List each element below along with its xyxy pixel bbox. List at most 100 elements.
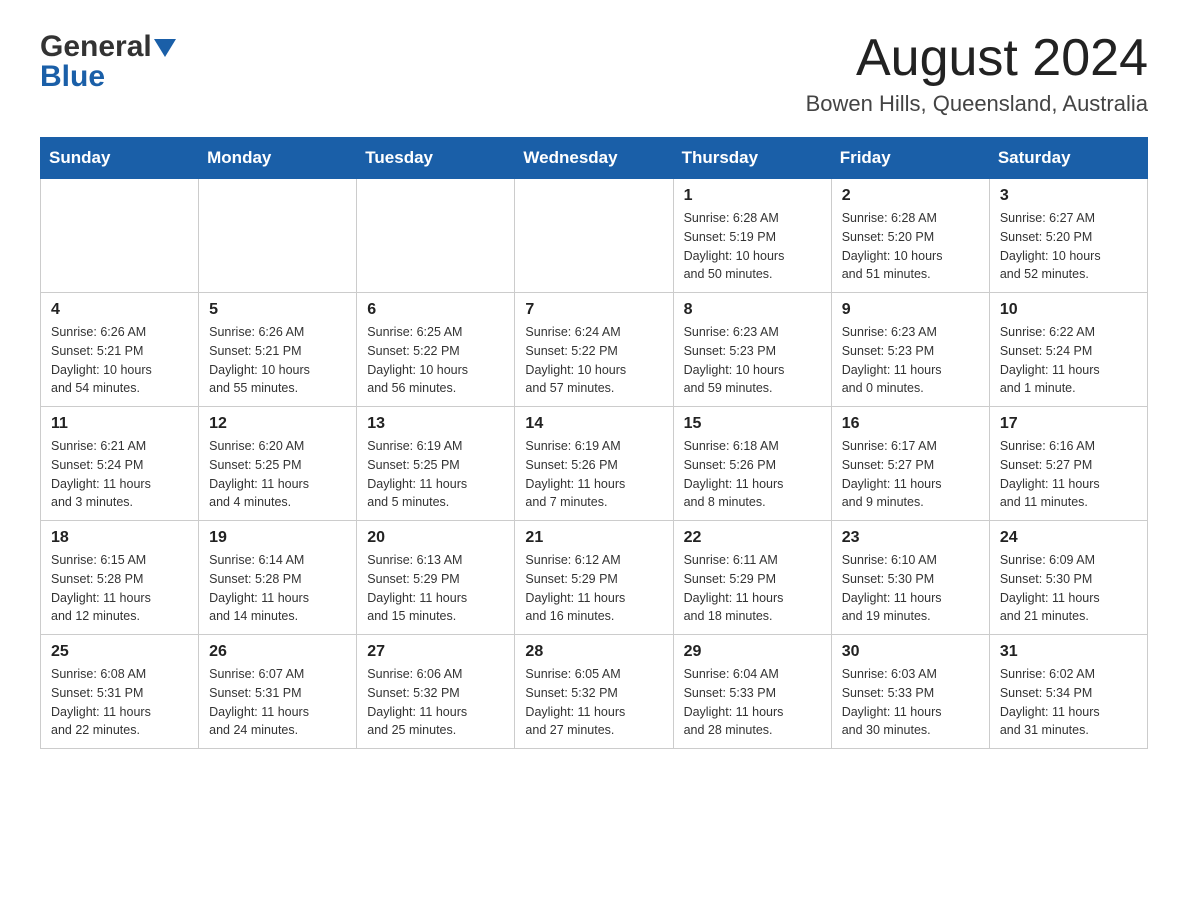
calendar-week-row: 18 Sunrise: 6:15 AMSunset: 5:28 PMDayligh… [41,521,1148,635]
calendar-empty-cell [515,179,673,293]
day-number: 6 [367,301,504,319]
day-number: 13 [367,415,504,433]
day-number: 22 [684,529,821,547]
day-number: 5 [209,301,346,319]
day-info: Sunrise: 6:04 AMSunset: 5:33 PMDaylight:… [684,665,821,740]
day-info: Sunrise: 6:26 AMSunset: 5:21 PMDaylight:… [209,323,346,398]
calendar-day-15: 15Sunrise: 6:18 AMSunset: 5:26 PMDayligh… [673,407,831,521]
day-info: Sunrise: 6:21 AMSunset: 5:24 PMDaylight:… [51,437,188,512]
calendar-day-4: 4 Sunrise: 6:26 AMSunset: 5:21 PMDaylight… [41,293,199,407]
calendar-day-21: 21Sunrise: 6:12 AMSunset: 5:29 PMDayligh… [515,521,673,635]
calendar-day-5: 5 Sunrise: 6:26 AMSunset: 5:21 PMDaylight… [199,293,357,407]
day-info: Sunrise: 6:15 AMSunset: 5:28 PMDaylight:… [51,551,188,626]
day-number: 25 [51,643,188,661]
day-info: Sunrise: 6:19 AMSunset: 5:26 PMDaylight:… [525,437,662,512]
day-info: Sunrise: 6:06 AMSunset: 5:32 PMDaylight:… [367,665,504,740]
calendar-day-18: 18 Sunrise: 6:15 AMSunset: 5:28 PMDayligh… [41,521,199,635]
calendar-week-row: 11 Sunrise: 6:21 AMSunset: 5:24 PMDayligh… [41,407,1148,521]
logo-blue-text: Blue [40,60,105,93]
day-info: Sunrise: 6:20 AMSunset: 5:25 PMDaylight:… [209,437,346,512]
calendar-week-row: 1 Sunrise: 6:28 AMSunset: 5:19 PMDaylight… [41,179,1148,293]
day-info: Sunrise: 6:16 AMSunset: 5:27 PMDaylight:… [1000,437,1137,512]
day-number: 19 [209,529,346,547]
logo-general-text: General [40,30,152,64]
calendar-day-8: 8 Sunrise: 6:23 AMSunset: 5:23 PMDaylight… [673,293,831,407]
calendar-day-12: 12 Sunrise: 6:20 AMSunset: 5:25 PMDayligh… [199,407,357,521]
day-info: Sunrise: 6:27 AMSunset: 5:20 PMDaylight:… [1000,209,1137,284]
calendar-day-22: 22Sunrise: 6:11 AMSunset: 5:29 PMDayligh… [673,521,831,635]
calendar-day-29: 29 Sunrise: 6:04 AMSunset: 5:33 PMDayligh… [673,635,831,749]
calendar-week-row: 4 Sunrise: 6:26 AMSunset: 5:21 PMDaylight… [41,293,1148,407]
weekday-header-row: SundayMondayTuesdayWednesdayThursdayFrid… [41,138,1148,179]
calendar-day-17: 17 Sunrise: 6:16 AMSunset: 5:27 PMDayligh… [989,407,1147,521]
day-info: Sunrise: 6:09 AMSunset: 5:30 PMDaylight:… [1000,551,1137,626]
calendar-day-11: 11 Sunrise: 6:21 AMSunset: 5:24 PMDayligh… [41,407,199,521]
day-info: Sunrise: 6:18 AMSunset: 5:26 PMDaylight:… [684,437,821,512]
logo-triangle-icon [154,39,176,57]
day-info: Sunrise: 6:17 AMSunset: 5:27 PMDaylight:… [842,437,979,512]
weekday-header-saturday: Saturday [989,138,1147,179]
day-number: 8 [684,301,821,319]
day-number: 4 [51,301,188,319]
calendar-day-3: 3 Sunrise: 6:27 AMSunset: 5:20 PMDaylight… [989,179,1147,293]
calendar-day-26: 26Sunrise: 6:07 AMSunset: 5:31 PMDayligh… [199,635,357,749]
calendar-day-7: 7 Sunrise: 6:24 AMSunset: 5:22 PMDaylight… [515,293,673,407]
day-info: Sunrise: 6:10 AMSunset: 5:30 PMDaylight:… [842,551,979,626]
calendar-day-23: 23 Sunrise: 6:10 AMSunset: 5:30 PMDayligh… [831,521,989,635]
day-number: 23 [842,529,979,547]
day-number: 31 [1000,643,1137,661]
day-info: Sunrise: 6:23 AMSunset: 5:23 PMDaylight:… [684,323,821,398]
calendar-day-31: 31 Sunrise: 6:02 AMSunset: 5:34 PMDayligh… [989,635,1147,749]
calendar-day-1: 1 Sunrise: 6:28 AMSunset: 5:19 PMDaylight… [673,179,831,293]
day-number: 28 [525,643,662,661]
day-number: 16 [842,415,979,433]
day-number: 24 [1000,529,1137,547]
calendar-table: SundayMondayTuesdayWednesdayThursdayFrid… [40,137,1148,749]
calendar-day-27: 27 Sunrise: 6:06 AMSunset: 5:32 PMDayligh… [357,635,515,749]
day-number: 17 [1000,415,1137,433]
calendar-day-19: 19Sunrise: 6:14 AMSunset: 5:28 PMDayligh… [199,521,357,635]
day-number: 2 [842,187,979,205]
day-info: Sunrise: 6:28 AMSunset: 5:19 PMDaylight:… [684,209,821,284]
weekday-header-monday: Monday [199,138,357,179]
weekday-header-thursday: Thursday [673,138,831,179]
day-info: Sunrise: 6:13 AMSunset: 5:29 PMDaylight:… [367,551,504,626]
day-number: 30 [842,643,979,661]
day-number: 3 [1000,187,1137,205]
day-info: Sunrise: 6:12 AMSunset: 5:29 PMDaylight:… [525,551,662,626]
calendar-day-13: 13 Sunrise: 6:19 AMSunset: 5:25 PMDayligh… [357,407,515,521]
day-number: 18 [51,529,188,547]
day-info: Sunrise: 6:03 AMSunset: 5:33 PMDaylight:… [842,665,979,740]
calendar-day-30: 30 Sunrise: 6:03 AMSunset: 5:33 PMDayligh… [831,635,989,749]
day-number: 12 [209,415,346,433]
weekday-header-tuesday: Tuesday [357,138,515,179]
day-info: Sunrise: 6:26 AMSunset: 5:21 PMDaylight:… [51,323,188,398]
day-number: 7 [525,301,662,319]
page-header: General Blue August 2024 Bowen Hills, Qu… [40,30,1148,117]
day-info: Sunrise: 6:24 AMSunset: 5:22 PMDaylight:… [525,323,662,398]
weekday-header-friday: Friday [831,138,989,179]
calendar-day-2: 2 Sunrise: 6:28 AMSunset: 5:20 PMDaylight… [831,179,989,293]
calendar-day-9: 9Sunrise: 6:23 AMSunset: 5:23 PMDaylight… [831,293,989,407]
weekday-header-sunday: Sunday [41,138,199,179]
day-number: 26 [209,643,346,661]
day-number: 1 [684,187,821,205]
day-number: 20 [367,529,504,547]
day-info: Sunrise: 6:28 AMSunset: 5:20 PMDaylight:… [842,209,979,284]
day-info: Sunrise: 6:19 AMSunset: 5:25 PMDaylight:… [367,437,504,512]
calendar-empty-cell [199,179,357,293]
calendar-day-25: 25Sunrise: 6:08 AMSunset: 5:31 PMDayligh… [41,635,199,749]
calendar-week-row: 25Sunrise: 6:08 AMSunset: 5:31 PMDayligh… [41,635,1148,749]
calendar-day-24: 24 Sunrise: 6:09 AMSunset: 5:30 PMDayligh… [989,521,1147,635]
day-number: 9 [842,301,979,319]
calendar-day-14: 14Sunrise: 6:19 AMSunset: 5:26 PMDayligh… [515,407,673,521]
calendar-empty-cell [357,179,515,293]
calendar-empty-cell [41,179,199,293]
day-number: 11 [51,415,188,433]
day-number: 29 [684,643,821,661]
title-section: August 2024 Bowen Hills, Queensland, Aus… [806,30,1148,117]
month-title: August 2024 [806,30,1148,87]
location-title: Bowen Hills, Queensland, Australia [806,91,1148,117]
day-info: Sunrise: 6:02 AMSunset: 5:34 PMDaylight:… [1000,665,1137,740]
day-number: 27 [367,643,504,661]
